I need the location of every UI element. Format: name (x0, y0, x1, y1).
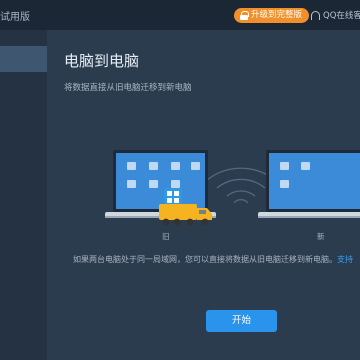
sidebar-item-active[interactable] (0, 46, 47, 72)
new-label: 新 (317, 231, 325, 241)
photo-icon (149, 162, 158, 170)
upgrade-label: 升级到完整版 (251, 10, 303, 20)
support-link[interactable]: 支持 (337, 255, 353, 264)
app-title: 试用版 (0, 12, 30, 23)
lock-icon (240, 11, 249, 20)
lan-note: 如果两台电脑处于同一局域网，您可以直接将数据从旧电脑迁移到新电脑。支持 (73, 254, 360, 265)
headset-icon (311, 10, 320, 20)
music-icon (171, 162, 180, 170)
sidebar (0, 30, 47, 360)
old-label: 旧 (162, 232, 170, 241)
qq-support-link[interactable]: QQ在线客服 (311, 9, 360, 21)
wifi-signal-icon (206, 167, 276, 204)
lan-note-text: 如果两台电脑处于同一局域网，您可以直接将数据从旧电脑迁移到新电脑。 (73, 255, 337, 264)
title-bar: 试用版 升级到完整版 QQ在线客服 (0, 0, 360, 30)
folder-icon (127, 162, 136, 170)
page-description: 将数据直接从旧电脑迁移到新电脑 (64, 83, 192, 93)
windows-icon (164, 188, 182, 206)
app-window: 试用版 升级到完整版 QQ在线客服 电脑到电脑 将数据直接从旧电脑迁移到新电脑 (0, 0, 360, 360)
start-button[interactable]: 开始 (206, 310, 277, 332)
transfer-illustration: 旧 新 (105, 150, 360, 241)
main-panel: 电脑到电脑 将数据直接从旧电脑迁移到新电脑 旧 新 如果两台电脑处于同一局域网，… (47, 30, 360, 360)
new-laptop (258, 150, 360, 218)
qq-label: QQ在线客服 (323, 11, 360, 21)
page-title: 电脑到电脑 (64, 52, 140, 70)
upgrade-button[interactable]: 升级到完整版 (234, 8, 310, 23)
